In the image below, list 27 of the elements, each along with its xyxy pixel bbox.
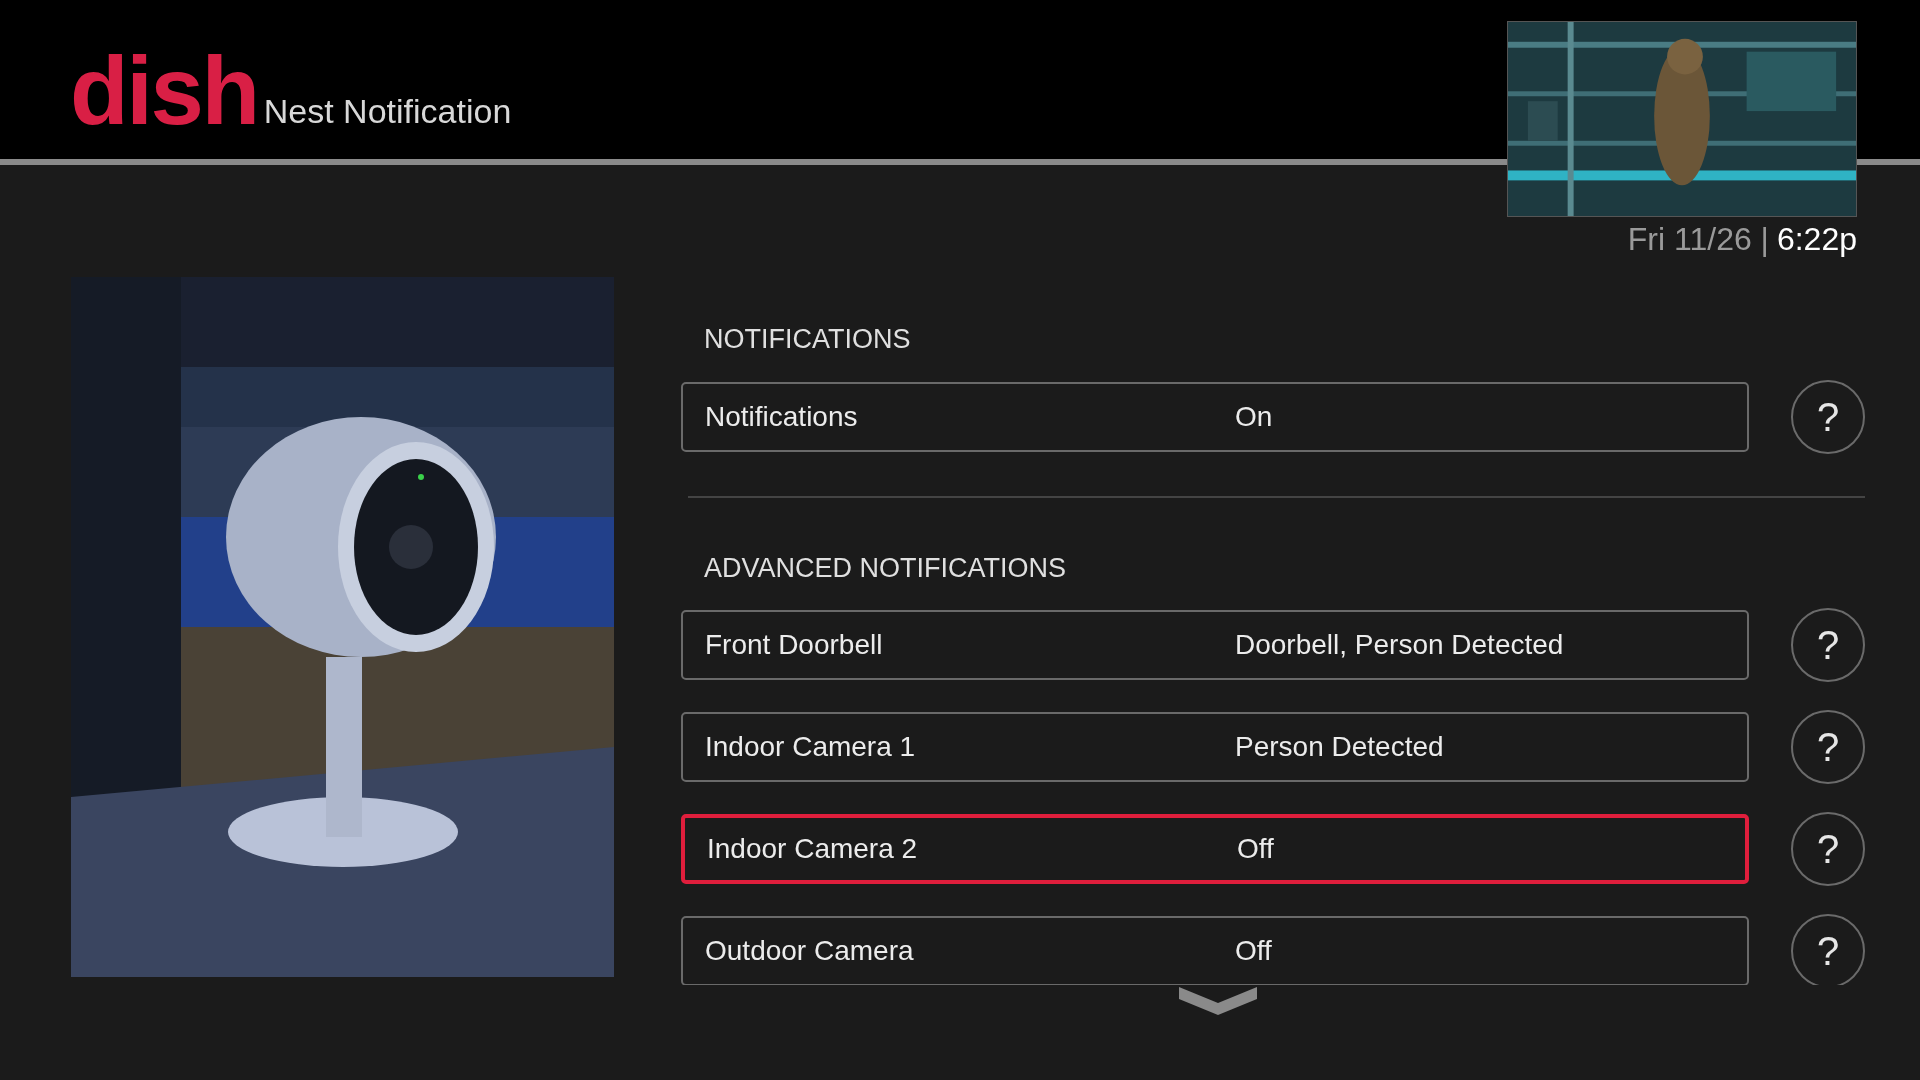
setting-label: Outdoor Camera bbox=[705, 934, 915, 968]
setting-label: Indoor Camera 2 bbox=[707, 832, 919, 866]
setting-label: Front Doorbell bbox=[705, 628, 884, 662]
setting-value: On bbox=[1235, 399, 1273, 434]
date-text: Fri 11/26 | bbox=[1627, 223, 1769, 255]
setting-value: Person Detected bbox=[1235, 730, 1444, 764]
setting-row[interactable]: Front Doorbell Doorbell, Person Detected bbox=[681, 610, 1749, 680]
time-text: 6:22p bbox=[1776, 223, 1857, 255]
section-heading: ADVANCED NOTIFICATIONS bbox=[703, 551, 1068, 585]
chevron-down-icon[interactable] bbox=[1179, 987, 1257, 1015]
page-title: Nest Notification bbox=[263, 91, 512, 132]
help-button[interactable]: ? bbox=[1791, 914, 1865, 985]
setting-value: Off bbox=[1237, 832, 1274, 866]
help-button[interactable]: ? bbox=[1791, 608, 1865, 682]
setting-value: Off bbox=[1235, 934, 1272, 968]
setting-label: Indoor Camera 1 bbox=[705, 730, 917, 764]
help-button[interactable]: ? bbox=[1791, 812, 1865, 886]
dish-logo: dish bbox=[70, 43, 258, 139]
help-button[interactable]: ? bbox=[1791, 379, 1865, 454]
setting-row[interactable]: Outdoor Camera Off bbox=[681, 916, 1749, 985]
section-heading: NOTIFICATIONS bbox=[703, 323, 912, 356]
setting-value: Doorbell, Person Detected bbox=[1235, 628, 1564, 662]
setting-row[interactable]: Notifications On bbox=[681, 381, 1749, 452]
help-button[interactable]: ? bbox=[1791, 710, 1865, 784]
setting-row[interactable]: Indoor Camera 2 Off bbox=[681, 814, 1749, 884]
setting-label: Notifications bbox=[705, 399, 859, 434]
setting-row[interactable]: Indoor Camera 1 Person Detected bbox=[681, 712, 1749, 782]
